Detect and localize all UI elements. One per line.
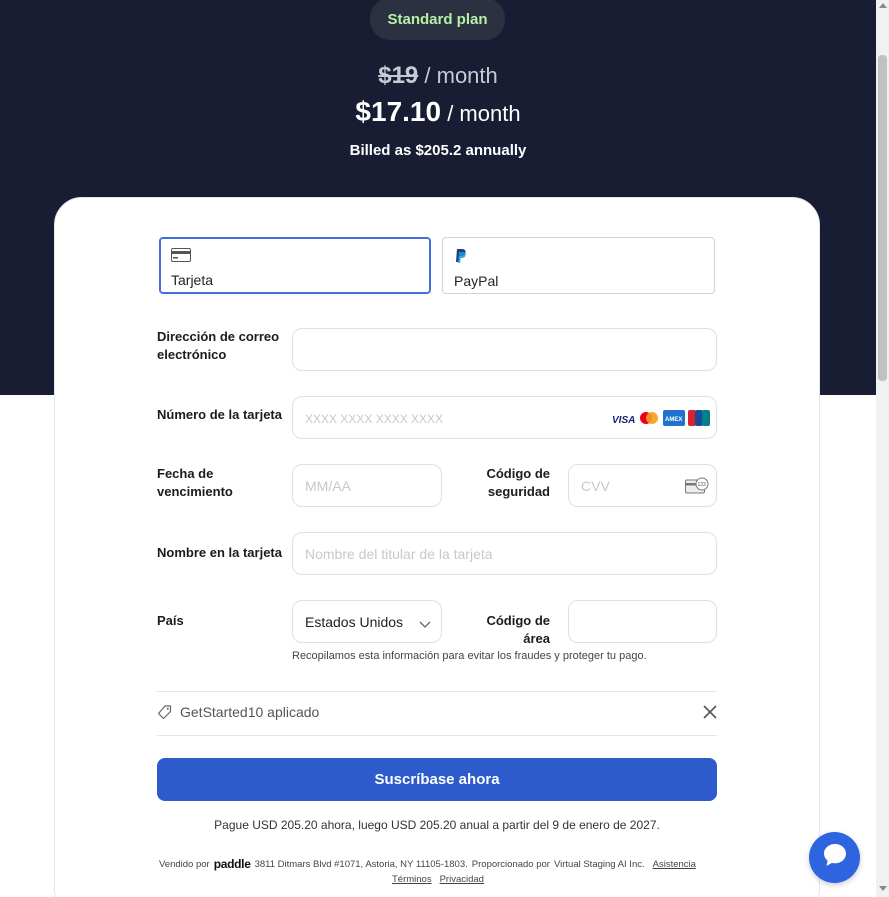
card-number-label: Número de la tarjeta	[157, 407, 282, 422]
payment-schedule-note: Pague USD 205.20 ahora, luego USD 205.20…	[214, 818, 660, 832]
chat-bubble-icon	[822, 842, 848, 873]
cvv-placeholder: CVV	[581, 478, 610, 494]
coupon-divider-top	[157, 691, 717, 692]
card-brands: VISA AMEX	[611, 410, 710, 431]
remove-coupon-button[interactable]	[701, 703, 719, 721]
tag-icon	[157, 704, 172, 720]
country-label: País	[157, 613, 184, 628]
chevron-down-icon	[419, 616, 431, 634]
coupon-row: GetStarted10 aplicado	[157, 704, 319, 720]
amex-icon: AMEX	[663, 410, 685, 431]
svg-text:123: 123	[698, 482, 707, 488]
support-link[interactable]: Asistencia	[653, 859, 696, 870]
billing-summary: Billed as $205.2 annually	[349, 142, 527, 159]
cvv-card-icon: 123	[685, 477, 709, 500]
email-field[interactable]	[292, 328, 717, 371]
paddle-logo: paddle	[213, 857, 251, 871]
paypal-icon	[454, 248, 468, 269]
footer-seller-info: Vendido por paddle 3811 Ditmars Blvd #10…	[159, 857, 696, 871]
payment-method-card[interactable]: Tarjeta	[159, 237, 431, 294]
new-price-amount: $17.10	[355, 96, 442, 127]
country-select[interactable]: Estados Unidos	[292, 600, 442, 643]
svg-text:VISA: VISA	[612, 415, 635, 425]
card-number-field[interactable]: XXXX XXXX XXXX XXXX VISA AMEX	[292, 396, 717, 439]
terms-link[interactable]: Términos	[392, 874, 432, 885]
email-label: Dirección de correo electrónico	[157, 328, 279, 364]
original-price: $19 / month	[0, 62, 876, 90]
coupon-text: GetStarted10 aplicado	[180, 704, 320, 720]
scrollbar-thumb[interactable]	[878, 55, 887, 381]
footer-legal-links: Términos Privacidad	[392, 874, 484, 885]
expiry-label-line2: vencimiento	[157, 484, 233, 499]
seller-address: 3811 Ditmars Blvd #1071, Astoria, NY 111…	[254, 858, 468, 870]
cardholder-name-field[interactable]: Nombre del titular de la tarjeta	[292, 532, 717, 575]
expiry-placeholder: MM/AA	[305, 478, 351, 494]
payment-method-paypal[interactable]: PayPal	[442, 237, 715, 294]
old-price-period: / month	[424, 63, 498, 88]
fraud-notice: Recopilamos esta información para evitar…	[292, 650, 647, 662]
unionpay-icon	[688, 410, 710, 431]
new-price-period: / month	[447, 101, 521, 126]
card-number-placeholder: XXXX XXXX XXXX XXXX	[305, 412, 444, 426]
chat-button[interactable]	[809, 832, 860, 883]
email-label-line2: electrónico	[157, 347, 227, 362]
expiry-field[interactable]: MM/AA	[292, 464, 442, 507]
expiry-label-line1: Fecha de	[157, 466, 214, 481]
email-label-line1: Dirección de correo	[157, 329, 280, 344]
postal-code-field[interactable]	[568, 600, 717, 643]
payment-method-card-label: Tarjeta	[171, 272, 214, 288]
coupon-divider-bottom	[157, 735, 717, 736]
cardholder-label: Nombre en la tarjeta	[157, 545, 282, 560]
scroll-down-arrow-icon[interactable]	[879, 886, 887, 891]
scroll-up-arrow-icon[interactable]	[879, 3, 887, 8]
country-value: Estados Unidos	[305, 614, 404, 630]
payment-method-paypal-label: PayPal	[454, 273, 499, 289]
cvv-label-line1: Código de	[486, 466, 550, 481]
plan-badge: Standard plan	[370, 0, 505, 40]
subscribe-button[interactable]: Suscríbase ahora	[157, 758, 717, 801]
postal-code-label: Código de área	[486, 613, 550, 646]
cvv-label: Código de seguridad	[470, 465, 550, 501]
cvv-field[interactable]: CVV 123	[568, 464, 717, 507]
old-price-amount: $19	[378, 62, 419, 89]
close-icon	[701, 705, 719, 725]
svg-text:AMEX: AMEX	[665, 417, 682, 423]
visa-icon: VISA	[611, 412, 635, 430]
sold-by-text: Vendido por	[159, 858, 210, 870]
mastercard-icon	[638, 411, 660, 430]
credit-card-icon	[171, 248, 191, 267]
privacy-link[interactable]: Privacidad	[440, 874, 484, 885]
company-name: Virtual Staging AI Inc.	[553, 858, 645, 870]
discounted-price: $17.10 / month	[0, 96, 876, 128]
cardholder-placeholder: Nombre del titular de la tarjeta	[305, 546, 493, 562]
expiry-label: Fecha de vencimiento	[157, 465, 233, 501]
provided-by-text: Proporcionado por	[471, 858, 550, 870]
cvv-label-line2: seguridad	[487, 484, 550, 499]
